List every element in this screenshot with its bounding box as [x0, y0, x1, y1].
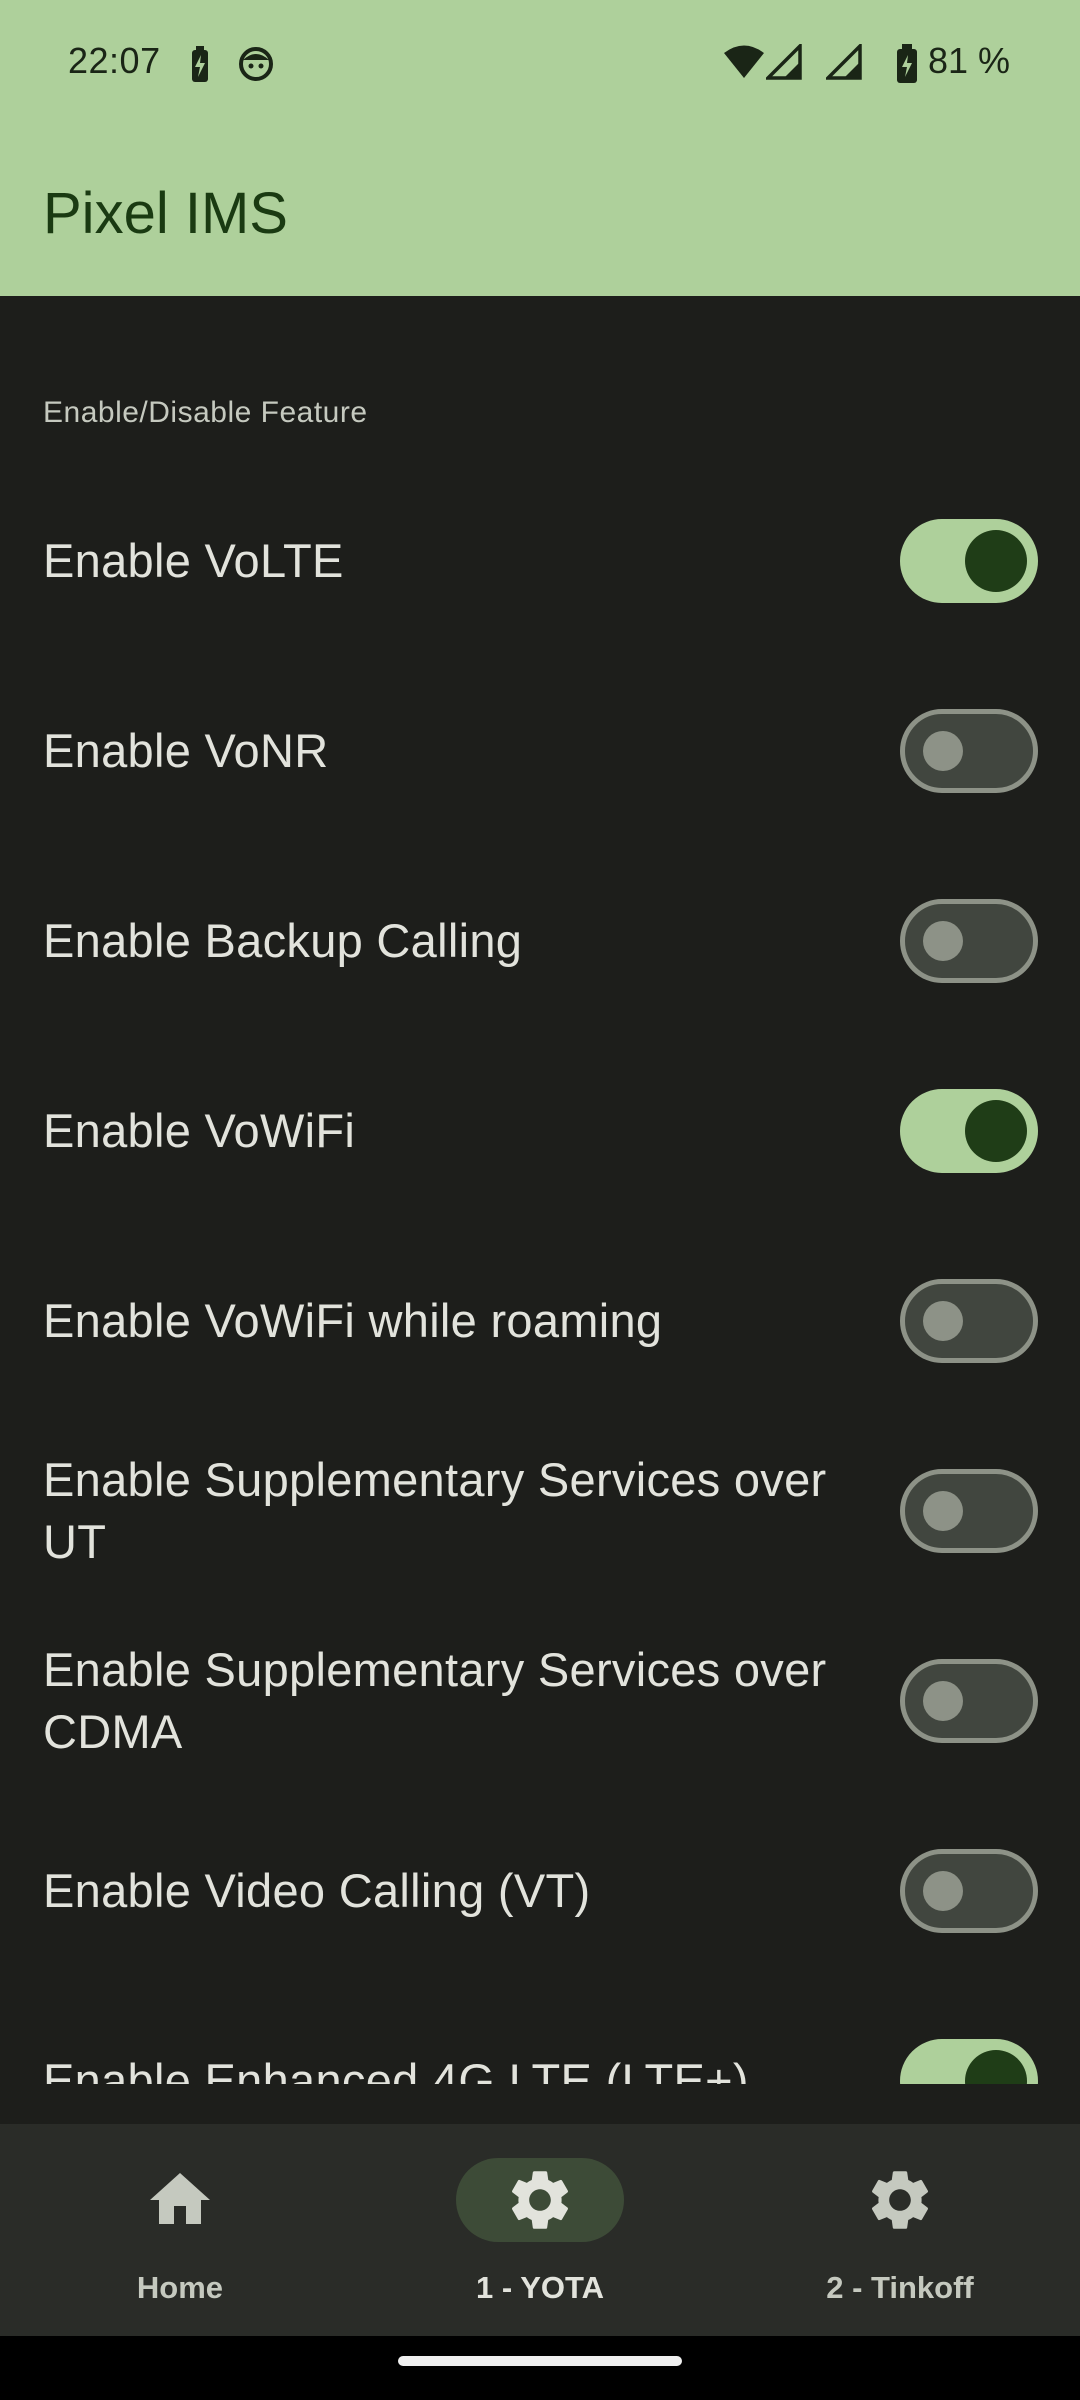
gear-icon: [511, 2171, 569, 2229]
nav-label: 2 - Tinkoff: [826, 2270, 974, 2305]
face-icon: [239, 47, 273, 81]
setting-label: Enable Supplementary Services over CDMA: [43, 1643, 827, 1758]
nav-label: Home: [136, 2270, 224, 2305]
setting-row-ss-cdma[interactable]: Enable Supplementary Services over CDMA: [0, 1606, 1080, 1796]
home-icon: [150, 2173, 210, 2224]
toggle-knob: [923, 921, 963, 961]
app-bar: Pixel IMS: [0, 128, 1080, 296]
battery-charging-icon: [192, 46, 208, 82]
setting-row-vonr[interactable]: Enable VoNR: [0, 656, 1080, 846]
signal-icon: [766, 44, 802, 80]
status-time: 22:07: [68, 40, 161, 81]
volte-toggle[interactable]: [900, 519, 1038, 603]
video-calling-toggle[interactable]: [900, 1849, 1038, 1933]
setting-label: Enable VoNR: [43, 724, 329, 777]
nav-label: 1 - YOTA: [475, 2270, 605, 2305]
enhanced-4g-lte-toggle[interactable]: [900, 2039, 1038, 2084]
status-bar: 22:07 81 %: [0, 0, 1080, 128]
nav-item-yota[interactable]: 1 - YOTA: [360, 2124, 720, 2336]
gear-icon: [871, 2171, 929, 2229]
toggle-knob: [923, 1871, 963, 1911]
setting-row-vowifi-roaming[interactable]: Enable VoWiFi while roaming: [0, 1226, 1080, 1416]
toggle-knob: [923, 1681, 963, 1721]
setting-label: Enable VoWiFi: [43, 1104, 356, 1157]
setting-row-ss-ut[interactable]: Enable Supplementary Services over UT: [0, 1416, 1080, 1606]
setting-row-backup-calling[interactable]: Enable Backup Calling: [0, 846, 1080, 1036]
backup-calling-toggle[interactable]: [900, 899, 1038, 983]
setting-label: Enable Enhanced 4G LTE (LTE+): [43, 2054, 749, 2084]
home-gesture-handle[interactable]: [398, 2356, 682, 2366]
app-title: Pixel IMS: [43, 181, 288, 246]
setting-row-volte[interactable]: Enable VoLTE: [0, 466, 1080, 656]
battery-icon: [897, 44, 917, 83]
gesture-bar-area: [0, 2336, 1080, 2400]
section-header: Enable/Disable Feature: [43, 396, 368, 429]
battery-percent: 81 %: [928, 40, 1011, 81]
setting-row-enhanced-4g-lte[interactable]: Enable Enhanced 4G LTE (LTE+): [0, 1986, 1080, 2084]
signal-icon: [826, 44, 862, 80]
wifi-icon: [724, 45, 764, 78]
settings-list[interactable]: Enable/Disable Feature Enable VoLTE Enab…: [0, 296, 1080, 2084]
toggle-knob: [965, 1100, 1027, 1162]
vowifi-toggle[interactable]: [900, 1089, 1038, 1173]
setting-row-video-calling[interactable]: Enable Video Calling (VT): [0, 1796, 1080, 1986]
setting-label: Enable Supplementary Services over UT: [43, 1453, 827, 1568]
setting-label: Enable VoWiFi while roaming: [43, 1294, 663, 1347]
nav-item-tinkoff[interactable]: 2 - Tinkoff: [720, 2124, 1080, 2336]
setting-label: Enable Video Calling (VT): [43, 1864, 591, 1917]
toggle-knob: [965, 530, 1027, 592]
vowifi-roaming-toggle[interactable]: [900, 1279, 1038, 1363]
toggle-knob: [965, 2050, 1027, 2084]
setting-label: Enable VoLTE: [43, 534, 344, 587]
ss-cdma-toggle[interactable]: [900, 1659, 1038, 1743]
toggle-knob: [923, 731, 963, 771]
ss-ut-toggle[interactable]: [900, 1469, 1038, 1553]
vonr-toggle[interactable]: [900, 709, 1038, 793]
bottom-navigation: Home 1 - YOTA 2 - Tinkoff: [0, 2124, 1080, 2336]
setting-label: Enable Backup Calling: [43, 914, 523, 967]
toggle-knob: [923, 1491, 963, 1531]
toggle-knob: [923, 1301, 963, 1341]
setting-row-vowifi[interactable]: Enable VoWiFi: [0, 1036, 1080, 1226]
nav-item-home[interactable]: Home: [0, 2124, 360, 2336]
